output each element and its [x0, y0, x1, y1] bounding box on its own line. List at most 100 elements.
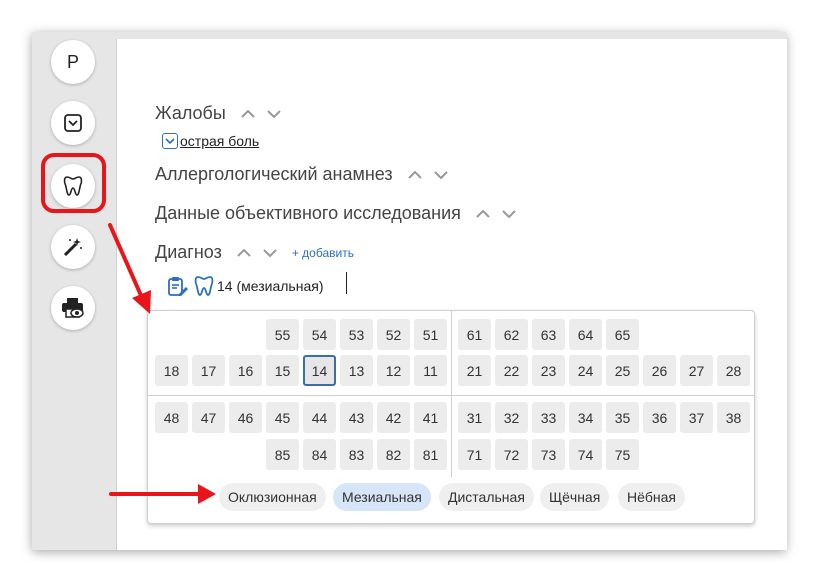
tooth-55[interactable]: 55 [266, 319, 299, 350]
app-window: P Жалобы острая боль Аллергологический а… [32, 32, 787, 550]
print-preview-button[interactable] [51, 286, 95, 330]
surface-distal[interactable]: Дистальная [439, 483, 534, 511]
tooth-11[interactable]: 11 [414, 355, 447, 386]
tooth-51[interactable]: 51 [414, 319, 447, 350]
diagnosis-entry-text: 14 (мезиальная) [217, 278, 324, 294]
tooth-52[interactable]: 52 [377, 319, 410, 350]
tooth-53[interactable]: 53 [340, 319, 373, 350]
surface-label: Дистальная [448, 489, 525, 505]
tooth-31[interactable]: 31 [458, 402, 491, 433]
tooth-72[interactable]: 72 [495, 439, 528, 470]
chevron-down-icon[interactable] [266, 106, 282, 122]
quadrant-divider-vertical [451, 311, 452, 477]
tooth-73[interactable]: 73 [532, 439, 565, 470]
magic-wand-button[interactable] [51, 225, 95, 269]
tooth-26[interactable]: 26 [643, 355, 676, 386]
complaint-item[interactable]: острая боль [162, 133, 259, 149]
chevron-down-icon[interactable] [162, 133, 178, 149]
tooth-36[interactable]: 36 [643, 402, 676, 433]
tooth-48[interactable]: 48 [155, 402, 188, 433]
tooth-41[interactable]: 41 [414, 402, 447, 433]
surface-buccal[interactable]: Щёчная [540, 483, 610, 511]
surface-occlusal[interactable]: Оклюзионная [219, 483, 326, 511]
tooth-34[interactable]: 34 [569, 402, 602, 433]
tooth-24[interactable]: 24 [569, 355, 602, 386]
chevron-down-icon[interactable] [262, 245, 278, 261]
tooth-63[interactable]: 63 [532, 319, 565, 350]
tooth-47[interactable]: 47 [192, 402, 225, 433]
chevron-up-icon[interactable] [236, 245, 252, 261]
profile-button[interactable]: P [51, 40, 95, 84]
tooth-21[interactable]: 21 [458, 355, 491, 386]
tooth-17[interactable]: 17 [192, 355, 225, 386]
tooth-15[interactable]: 15 [266, 355, 299, 386]
tooth-icon [194, 276, 214, 296]
tooth-33[interactable]: 33 [532, 402, 565, 433]
clipboard-edit-icon[interactable] [166, 275, 188, 297]
tooth-83[interactable]: 83 [340, 439, 373, 470]
tooth-27[interactable]: 27 [680, 355, 713, 386]
tooth-13[interactable]: 13 [340, 355, 373, 386]
section-diagnosis: Диагноз + добавить [155, 242, 354, 263]
tooth-32[interactable]: 32 [495, 402, 528, 433]
profile-letter: P [66, 51, 79, 72]
tooth-18[interactable]: 18 [155, 355, 188, 386]
magic-wand-icon [63, 238, 82, 257]
section-allergy: Аллергологический анамнез [155, 164, 449, 185]
tooth-46[interactable]: 46 [229, 402, 262, 433]
chevron-down-icon[interactable] [433, 167, 449, 183]
surface-palatal[interactable]: Нёбная [618, 483, 686, 511]
tooth-82[interactable]: 82 [377, 439, 410, 470]
tooth-84[interactable]: 84 [303, 439, 336, 470]
diagnosis-entry[interactable]: 14 (мезиальная) [166, 275, 323, 297]
sidebar: P [32, 32, 116, 550]
add-diagnosis-link[interactable]: + добавить [292, 246, 354, 260]
print-preview-icon [62, 298, 84, 318]
tooth-25[interactable]: 25 [606, 355, 639, 386]
tooth-12[interactable]: 12 [377, 355, 410, 386]
surface-label: Нёбная [627, 489, 677, 505]
tooth-22[interactable]: 22 [495, 355, 528, 386]
surface-label: Мезиальная [342, 489, 422, 505]
chevron-up-icon[interactable] [475, 206, 491, 222]
section-title: Аллергологический анамнез [155, 164, 393, 184]
tooth-85[interactable]: 85 [266, 439, 299, 470]
main-panel: Жалобы острая боль Аллергологический ана… [116, 39, 787, 550]
section-complaints: Жалобы [155, 103, 282, 124]
tooth-64[interactable]: 64 [569, 319, 602, 350]
chevron-up-icon[interactable] [407, 167, 423, 183]
tooth-65[interactable]: 65 [606, 319, 639, 350]
annotation-highlight-box [41, 153, 106, 213]
tooth-28[interactable]: 28 [717, 355, 750, 386]
tooth-42[interactable]: 42 [377, 402, 410, 433]
tooth-71[interactable]: 71 [458, 439, 491, 470]
chevron-down-icon[interactable] [501, 206, 517, 222]
tooth-37[interactable]: 37 [680, 402, 713, 433]
tooth-35[interactable]: 35 [606, 402, 639, 433]
section-title: Жалобы [155, 103, 226, 123]
quadrant-divider-horizontal [148, 395, 754, 396]
surface-label: Щёчная [549, 489, 601, 505]
section-title: Диагноз [155, 242, 222, 262]
dropdown-button[interactable] [51, 101, 95, 145]
complaint-text[interactable]: острая боль [180, 133, 259, 149]
section-objective: Данные объективного исследования [155, 203, 517, 224]
tooth-74[interactable]: 74 [569, 439, 602, 470]
tooth-14[interactable]: 14 [303, 355, 336, 386]
tooth-61[interactable]: 61 [458, 319, 491, 350]
tooth-44[interactable]: 44 [303, 402, 336, 433]
tooth-81[interactable]: 81 [414, 439, 447, 470]
tooth-62[interactable]: 62 [495, 319, 528, 350]
text-cursor [346, 272, 347, 294]
surface-label: Оклюзионная [228, 489, 317, 505]
tooth-38[interactable]: 38 [717, 402, 750, 433]
tooth-23[interactable]: 23 [532, 355, 565, 386]
surface-mesial[interactable]: Мезиальная [333, 483, 431, 511]
tooth-75[interactable]: 75 [606, 439, 639, 470]
tooth-54[interactable]: 54 [303, 319, 336, 350]
tooth-43[interactable]: 43 [340, 402, 373, 433]
tooth-45[interactable]: 45 [266, 402, 299, 433]
tooth-chart: 55 54 53 52 51 61 62 63 64 65 18 17 16 15 14 13 12 11 21 22… [147, 310, 755, 524]
tooth-16[interactable]: 16 [229, 355, 262, 386]
chevron-up-icon[interactable] [240, 106, 256, 122]
